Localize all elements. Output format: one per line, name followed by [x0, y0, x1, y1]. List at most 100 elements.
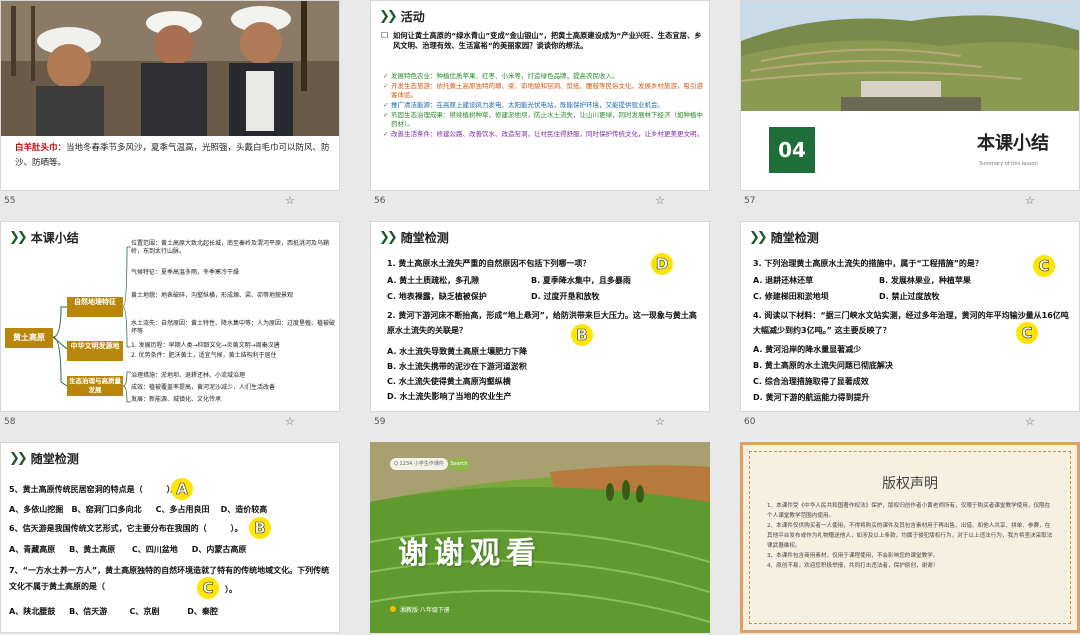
question-5: 5、黄土高原传统民居窑洞的特点是（）。 [9, 485, 179, 494]
slide-thumbnail-63[interactable]: 版权声明 1、本课件受《中华人民共和国著作权法》保护，版权归创作者小黄老师所有，… [740, 442, 1080, 635]
option: C. 综合治理措施取得了显著成效 [753, 377, 869, 386]
slide-55[interactable]: 白羊肚头巾：当地冬春季节多风沙，夏季气温高，光照强，头戴白毛巾可以防风、防沙、防… [0, 0, 340, 191]
photo-terraced-hills [741, 1, 1079, 111]
option: D. 禁止过度放牧 [879, 292, 940, 301]
star-icon[interactable]: ☆ [1025, 415, 1035, 428]
slide-title: 随堂检测 [30, 451, 79, 466]
slide-title-bar: ❯❯ 活动 [379, 7, 425, 25]
option: A. 黄土土质疏松，多孔隙 [387, 276, 480, 285]
slide-title: 随堂检测 [400, 230, 449, 245]
answer-badge: B [571, 324, 593, 346]
answer-badge: D [651, 253, 673, 275]
copyright-paragraph: 2、本课件仅供购买者一人使用，不得将购买的课件及其包含素材用于再出售、出借、和他… [767, 523, 1053, 549]
slide-62[interactable]: Q 1234 小学生作课件 Search 谢谢观看 湘教版·八年级下册 [370, 442, 710, 633]
mindmap-leaf: 发展：新能源、城镇化、文化传承 [131, 396, 222, 403]
list-item: ✓ 改善生活条件：修建公路、改善饮水、改造窑洞，让村民住得舒服，同时保护传统文化，… [383, 130, 703, 138]
slide-sorter-grid: 白羊肚头巾：当地冬春季节多风沙，夏季气温高，光照强，头戴白毛巾可以防风、防沙、防… [0, 0, 1080, 635]
double-chevron-icon: ❯❯ [379, 229, 398, 245]
question-3: 3. 下列治理黄土高原水土流失的措施中，属于“工程措施”的是？ [753, 259, 983, 268]
double-chevron-icon: ❯❯ [9, 450, 28, 466]
star-icon[interactable]: ☆ [655, 415, 665, 428]
slide-title-bar: ❯❯ 随堂检测 [9, 449, 79, 467]
option: A. 黄河沿岸的降水量显著减少 [753, 345, 862, 354]
mindmap-root: 黄土高原 [5, 328, 53, 348]
slide-footer-57: 57 ☆ [740, 191, 1080, 210]
list-item: ✓ 发展特色农业：种植优质苹果、红枣、小米等，打造绿色品牌，提高农民收入。 [383, 72, 619, 80]
mindmap-leaf: 气候特征：夏季高温多雨，冬季寒冷干燥 [131, 269, 240, 276]
question-7: 7、“一方水土养一方人”，黄土高原独特的自然环境造就了特有的传统地域文化。下列传… [9, 566, 330, 591]
activity-question: ☐ 如何让黄土高原的“绿水青山”变成“金山银山”，把黄土高原建设成为“产业兴旺、… [381, 31, 703, 51]
mindmap-leaf: 黄土地貌：地表破碎，沟壑纵横，形成塬、梁、峁等地貌景观 [131, 292, 294, 299]
slide-number: 60 [744, 417, 756, 427]
slide-59[interactable]: ❯❯ 随堂检测 1. 黄土高原水土流失严重的自然原因不包括下列哪一项？ D A.… [370, 221, 710, 412]
slide-thumbnail-57[interactable]: 04 本课小结 Summary of this lesson 57 ☆ [740, 0, 1080, 210]
option: D. 水土流失影响了当地的农业生产 [387, 392, 512, 401]
mindmap-leaf: 位置范围：黄土高原大致北起长城，南至秦岭及渭河平原，西抵洮河及乌鞘岭，东到太行山… [131, 240, 330, 255]
double-chevron-icon: ❯❯ [379, 8, 398, 24]
slide-title-bar: ❯❯ 随堂检测 [749, 228, 819, 246]
search-button[interactable]: Search [448, 458, 470, 470]
slide-thumbnail-62[interactable]: Q 1234 小学生作课件 Search 谢谢观看 湘教版·八年级下册 ☆ [370, 442, 710, 635]
question-2: 2. 黄河下游河床不断抬高，形成“地上悬河”，给防洪带来巨大压力。这一现象与黄土… [387, 311, 697, 335]
double-chevron-icon: ❯❯ [749, 229, 768, 245]
photo-men-with-headscarves [1, 1, 339, 136]
option: C. 修建梯田和淤地坝 [753, 292, 829, 301]
section-badge: 04 [769, 127, 815, 173]
slide-57[interactable]: 04 本课小结 Summary of this lesson [740, 0, 1080, 191]
option: D. 过度开垦和放牧 [531, 292, 600, 301]
slide-63[interactable]: 版权声明 1、本课件受《中华人民共和国著作权法》保护，版权归创作者小黄老师所有，… [740, 442, 1080, 633]
option: C. 水土流失使得黄土高原沟壑纵横 [387, 377, 511, 386]
slide-56[interactable]: ❯❯ 活动 ☐ 如何让黄土高原的“绿水青山”变成“金山银山”，把黄土高原建设成为… [370, 0, 710, 191]
checkbox-icon: ☐ [381, 31, 389, 40]
copyright-paragraph: 3、本课件包含商用素材，仅用于课程使用，不会影响您的课堂教学。 [767, 553, 939, 559]
option: A. 退耕还林还草 [753, 276, 814, 285]
slide-thumbnail-59[interactable]: ❯❯ 随堂检测 1. 黄土高原水土流失严重的自然原因不包括下列哪一项？ D A.… [370, 221, 710, 431]
star-icon[interactable]: ☆ [655, 194, 665, 207]
mindmap-leaf: 2. 优势条件：肥沃黄土，适宜气候，黄土结构利于居住 [131, 352, 277, 359]
options-row: A、青藏高原 B、黄土高原 C、四川盆地 D、内蒙古高原 [9, 545, 247, 554]
slide-thumbnail-61[interactable]: ❯❯ 随堂检测 5、黄土高原传统民居窑洞的特点是（）。 A A、多依山挖掘 B、… [0, 442, 340, 635]
slide-footer-60: 60 ☆ [740, 412, 1080, 431]
list-item: ✓ 巩固生态治理成果：继续植树种草，修建淤地坝，防止水土流失，让山川更绿，同时发展… [383, 111, 703, 128]
star-icon[interactable]: ☆ [285, 194, 295, 207]
slide-61[interactable]: ❯❯ 随堂检测 5、黄土高原传统民居窑洞的特点是（）。 A A、多依山挖掘 B、… [0, 442, 340, 633]
option: B. 发展林果业，种植苹果 [879, 276, 971, 285]
slide-number: 58 [4, 417, 16, 427]
question-6: 6、信天游是我国传统文艺形式，它主要分布在我国的（）。 [9, 524, 243, 533]
slide-number: 57 [744, 196, 756, 206]
question-7-tail: ）。 [225, 585, 237, 594]
slide-60[interactable]: ❯❯ 随堂检测 3. 下列治理黄土高原水土流失的措施中，属于“工程措施”的是？ … [740, 221, 1080, 412]
mindmap-branch: 自然地理特征 [67, 297, 123, 317]
slide-thumbnail-60[interactable]: ❯❯ 随堂检测 3. 下列治理黄土高原水土流失的措施中，属于“工程措施”的是？ … [740, 221, 1080, 431]
slide-thumbnail-55[interactable]: 白羊肚头巾：当地冬春季节多风沙，夏季气温高，光照强，头戴白毛巾可以防风、防沙、防… [0, 0, 340, 210]
section-title: 本课小结 [977, 133, 1049, 154]
option: B. 夏季降水集中，且多暴雨 [531, 276, 631, 285]
activity-list: ✓ 发展特色农业：种植优质苹果、红枣、小米等，打造绿色品牌，提高农民收入。 ✓ 开发… [383, 72, 703, 139]
copyright-title: 版权声明 [882, 476, 938, 492]
slide-thumbnail-58[interactable]: ❯❯ 本课小结 黄土高原 自然地理特征 中华文明发源地 生态治理与高质量发展 位… [0, 221, 340, 431]
star-icon[interactable]: ☆ [285, 415, 295, 428]
copyright-paragraph: 1、本课件受《中华人民共和国著作权法》保护，版权归创作者小黄老师所有，仅限于购买… [767, 503, 1051, 519]
answer-badge: A [171, 478, 193, 500]
star-icon[interactable]: ☆ [1025, 194, 1035, 207]
copyright-body: 1、本课件受《中华人民共和国著作权法》保护，版权归创作者小黄老师所有，仅限于购买… [767, 501, 1055, 571]
photo-caption: 白羊肚头巾：当地冬春季节多风沙，夏季气温高，光照强，头戴白毛巾可以防风、防沙、防… [15, 141, 331, 171]
question-text: 如何让黄土高原的“绿水青山”变成“金山银山”，把黄土高原建设成为“产业兴旺、生态… [393, 31, 702, 50]
slide-number: 55 [4, 196, 16, 206]
mindmap-leaf: 水土流失：自然原因：黄土特性、降水集中等；人为原因：过度垦殖、植被破坏等 [131, 320, 336, 335]
search-input[interactable]: Q 1234 小学生作课件 [390, 458, 448, 470]
slide-thumbnail-56[interactable]: ❯❯ 活动 ☐ 如何让黄土高原的“绿水青山”变成“金山银山”，把黄土高原建设成为… [370, 0, 710, 210]
answer-badge: C [197, 577, 219, 599]
slide-footer-58: 58 ☆ [0, 412, 340, 431]
mindmap-leaf: 1. 发展历程：早期人类→仰韶文化→炎黄文明→周秦汉唐 [131, 342, 280, 349]
slide-title: 活动 [400, 9, 425, 24]
slide-58[interactable]: ❯❯ 本课小结 黄土高原 自然地理特征 中华文明发源地 生态治理与高质量发展 位… [0, 221, 340, 412]
options-row: A、多依山挖掘 B、窑洞门口多向北 C、多占用良田 D、造价较高 [9, 505, 268, 514]
option: C. 地表裸露，缺乏植被保护 [387, 292, 487, 301]
answer-badge: C [1033, 255, 1055, 277]
mindmap-leaf: 成效：植被覆盖率提高，黄河泥沙减少，人们生活改善 [131, 384, 276, 391]
slide-title-bar: ❯❯ 随堂检测 [379, 228, 449, 246]
options-row: A、陕北腰鼓 B、信天游 C、京剧 D、秦腔 [9, 607, 218, 616]
thanks-heading: 谢谢观看 [398, 536, 542, 571]
option: B. 水土流失携带的泥沙在下游河道淤积 [387, 362, 527, 371]
